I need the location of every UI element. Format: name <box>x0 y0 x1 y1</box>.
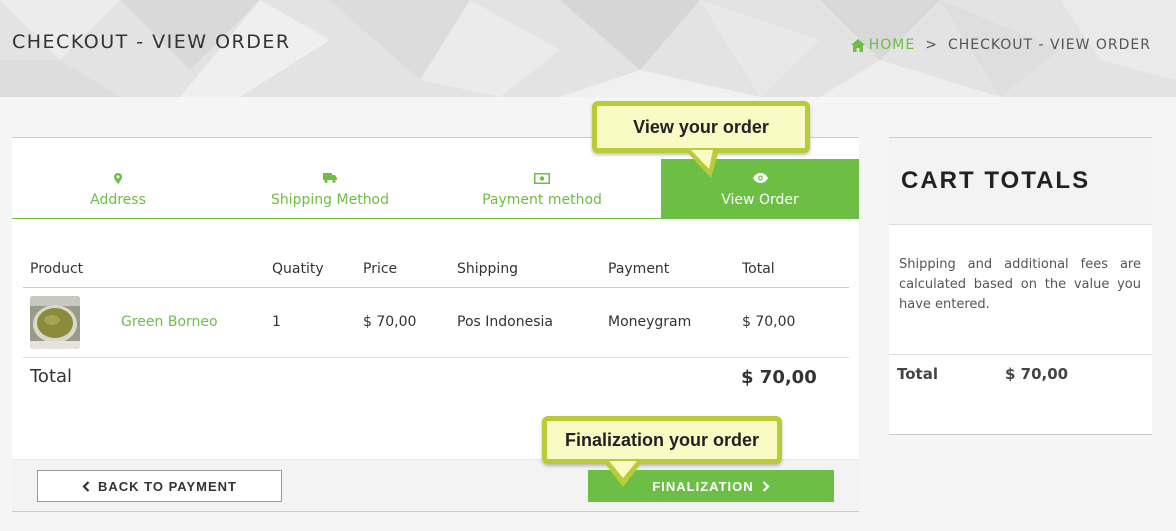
page-header-banner: CHECKOUT - VIEW ORDER HOME > CHECKOUT - … <box>0 0 1176 97</box>
chevron-right-icon <box>762 480 770 492</box>
truck-icon <box>323 170 337 186</box>
price-cell: $ 70,00 <box>356 287 450 358</box>
cart-totals-label: Total <box>897 365 938 383</box>
column-header-quantity: Quatity <box>265 251 356 288</box>
payment-cell: Moneygram <box>601 287 735 358</box>
chevron-left-icon <box>82 480 90 492</box>
column-header-shipping: Shipping <box>450 251 601 288</box>
eye-icon <box>752 170 768 186</box>
column-header-product: Product <box>23 251 265 288</box>
back-to-payment-label: BACK TO PAYMENT <box>98 478 237 494</box>
product-name-link[interactable]: Green Borneo <box>121 314 218 330</box>
product-cell: Green Borneo <box>23 287 265 358</box>
quantity-cell: 1 <box>265 287 356 358</box>
shipping-cell: Pos Indonesia <box>450 287 601 358</box>
cart-totals-row: Total $ 70,00 <box>889 355 1152 393</box>
home-icon <box>850 38 865 52</box>
order-table-header: Product Quatity Price Shipping Payment T… <box>23 251 849 288</box>
breadcrumb-current: CHECKOUT - VIEW ORDER <box>947 37 1151 53</box>
money-icon <box>534 170 550 186</box>
step-payment-method[interactable]: Payment method <box>436 159 648 219</box>
breadcrumb-home-label: HOME <box>868 37 916 53</box>
column-header-total: Total <box>735 251 849 288</box>
column-header-price: Price <box>356 251 450 288</box>
step-payment-method-label: Payment method <box>482 192 602 208</box>
view-order-tooltip: View your order <box>592 101 810 178</box>
checkout-steps: Address Shipping Method Payment method V… <box>12 159 859 219</box>
finalization-label: FINALIZATION <box>652 478 754 494</box>
finalization-tooltip-tail <box>603 461 643 487</box>
step-shipping-method[interactable]: Shipping Method <box>224 159 436 219</box>
order-total-label: Total <box>30 366 73 387</box>
back-to-payment-button[interactable]: BACK TO PAYMENT <box>37 470 282 502</box>
map-marker-icon <box>114 170 122 186</box>
view-order-tooltip-text: View your order <box>633 116 769 137</box>
total-cell: $ 70,00 <box>735 287 849 358</box>
finalization-tooltip: Finalization your order <box>542 416 782 487</box>
cart-totals-value: $ 70,00 <box>1005 365 1069 383</box>
cart-totals-title: CART TOTALS <box>901 167 1091 194</box>
step-shipping-method-label: Shipping Method <box>270 192 390 208</box>
page-title: CHECKOUT - VIEW ORDER <box>12 31 291 53</box>
order-table: Product Quatity Price Shipping Payment T… <box>23 251 849 358</box>
step-address-label: Address <box>90 192 146 208</box>
table-row: Green Borneo 1 $ 70,00 Pos Indonesia Mon… <box>23 287 849 358</box>
step-address[interactable]: Address <box>12 159 224 219</box>
breadcrumb-separator: > <box>925 37 938 53</box>
step-view-order-label: View Order <box>721 192 799 208</box>
view-order-tooltip-tail <box>685 150 719 178</box>
column-header-payment: Payment <box>601 251 735 288</box>
breadcrumb-home-link[interactable]: HOME <box>850 37 916 53</box>
action-bar: BACK TO PAYMENT FINALIZATION <box>12 459 859 512</box>
cart-totals-panel: CART TOTALS Shipping and additional fees… <box>889 137 1152 435</box>
finalization-tooltip-text: Finalization your order <box>564 429 760 450</box>
breadcrumb: HOME > CHECKOUT - VIEW ORDER <box>850 37 1151 53</box>
product-thumbnail[interactable] <box>30 295 80 349</box>
order-total-value: $ 70,00 <box>741 367 817 388</box>
cart-totals-header: CART TOTALS <box>889 138 1152 225</box>
cart-totals-note: Shipping and additional fees are calcula… <box>889 225 1152 355</box>
